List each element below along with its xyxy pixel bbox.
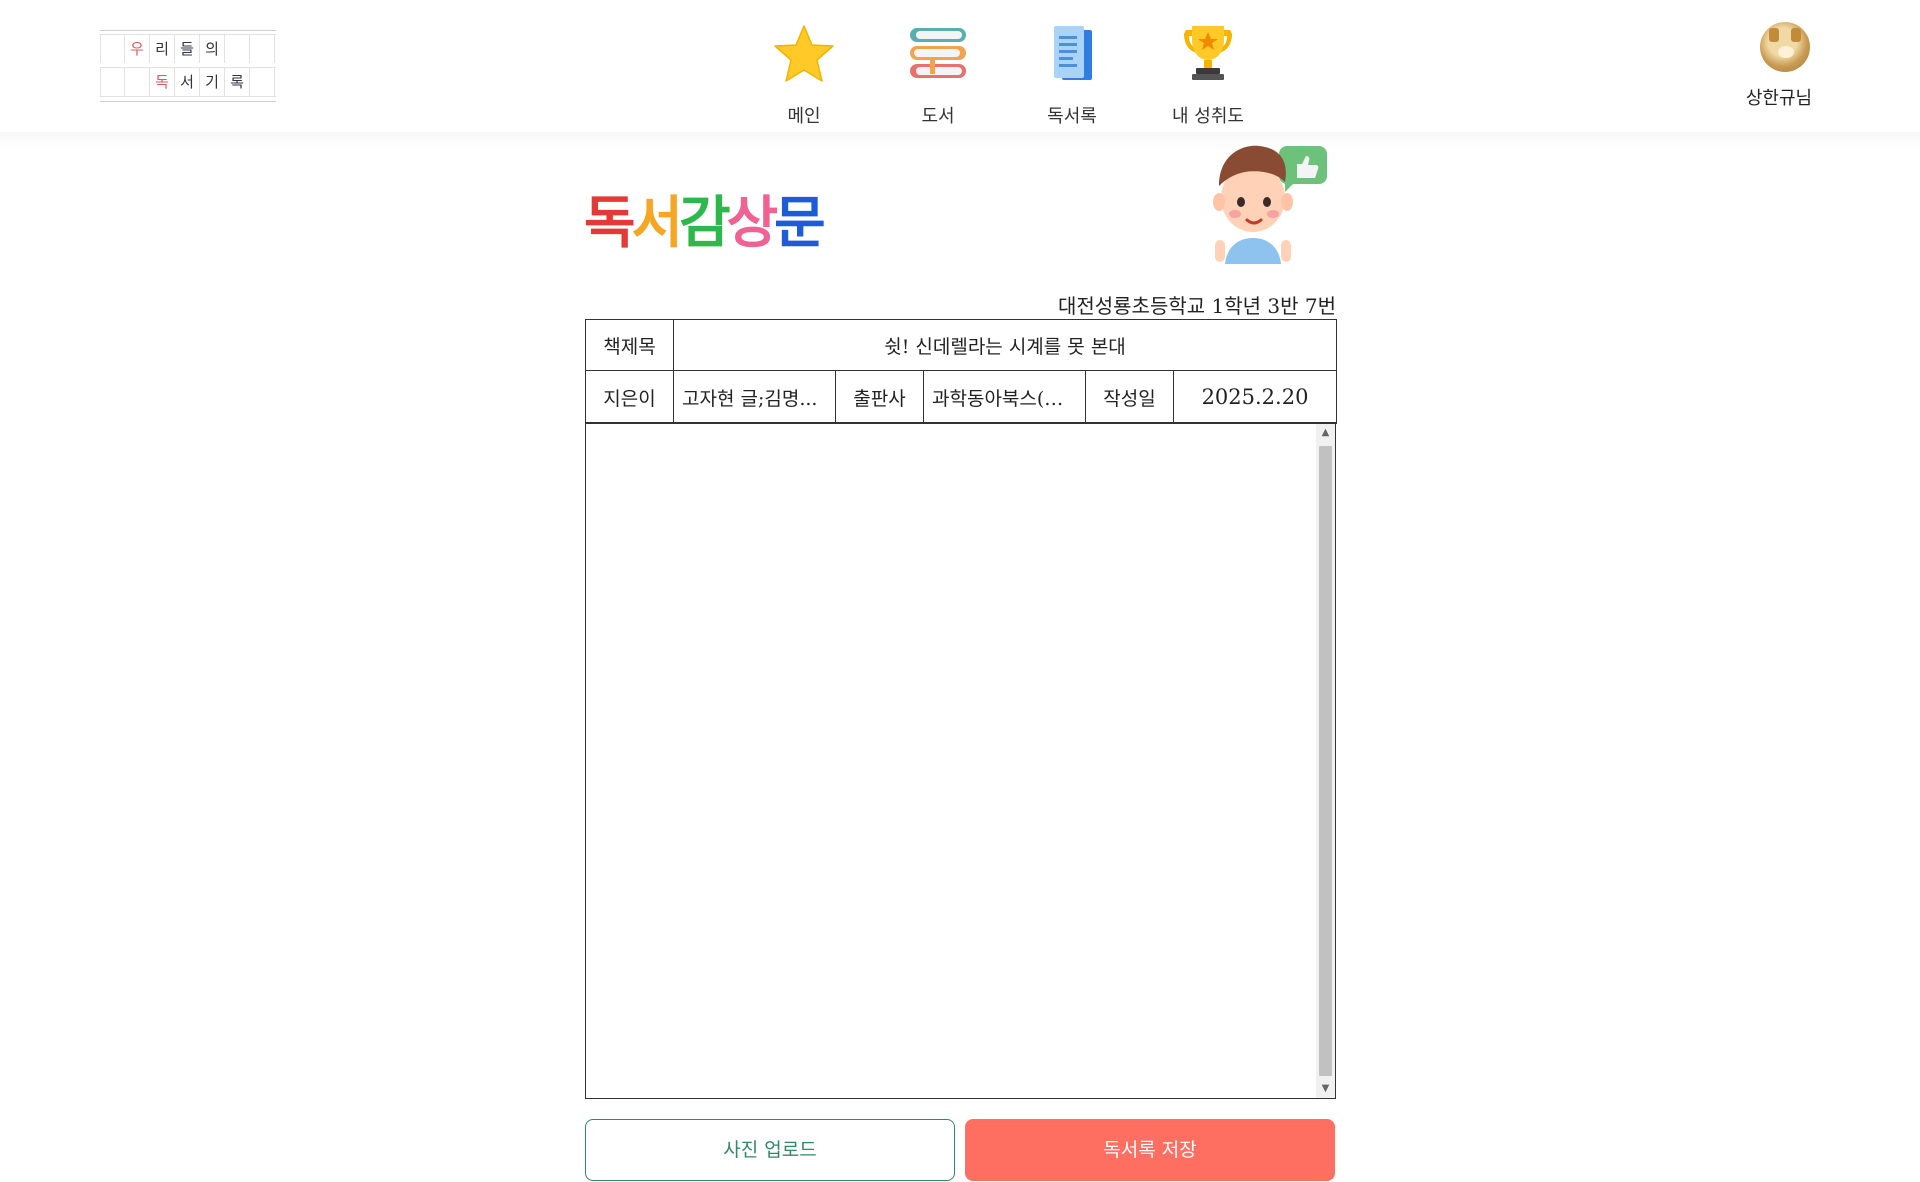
top-header: 우 리 들 의 독 서 기 록 메인 도서 독서록 내 성취도 상한규님 xyxy=(0,0,1920,138)
scroll-down-arrow-icon[interactable]: ▼ xyxy=(1316,1080,1335,1098)
logo-cell: 의 xyxy=(200,35,225,63)
book-title-label: 책제목 xyxy=(585,319,674,371)
nav-item-reading-log[interactable]: 독서록 xyxy=(1028,22,1116,128)
nav-label: 내 성취도 xyxy=(1172,106,1244,127)
author-field[interactable]: 고자현 글;김명... xyxy=(673,370,836,424)
user-profile[interactable]: 상한규님 xyxy=(1746,22,1820,110)
save-reading-log-button[interactable]: 독서록 저장 xyxy=(965,1119,1335,1181)
page-title: 독서감상문 xyxy=(584,178,826,259)
book-title-row: 책제목 쉿! 신데렐라는 시계를 못 본대 xyxy=(585,319,1338,371)
site-logo[interactable]: 우 리 들 의 독 서 기 록 xyxy=(100,30,276,102)
book-title-field[interactable]: 쉿! 신데렐라는 시계를 못 본대 xyxy=(672,319,1338,371)
nav-label: 메인 xyxy=(787,106,821,127)
title-char: 상 xyxy=(726,191,778,256)
logo-cell: 록 xyxy=(225,68,250,96)
school-info: 대전성룡초등학교 1학년 3반 7번 xyxy=(1057,294,1336,318)
books-icon xyxy=(910,28,966,78)
avatar-ear xyxy=(1769,28,1779,42)
nav-item-books[interactable]: 도서 xyxy=(894,22,982,128)
user-name: 상한규님 xyxy=(1745,88,1813,109)
header-shadow xyxy=(0,132,1920,150)
nav-item-main[interactable]: 메인 xyxy=(760,22,848,128)
date-field[interactable]: 2025.2.20 xyxy=(1172,370,1338,424)
logo-row-1: 우 리 들 의 xyxy=(100,34,276,64)
scroll-up-arrow-icon[interactable]: ▲ xyxy=(1316,424,1335,442)
logo-cell xyxy=(125,68,150,96)
author-label: 지은이 xyxy=(585,370,674,424)
title-char: 감 xyxy=(679,191,730,256)
logo-cell: 독 xyxy=(150,68,175,96)
star-icon xyxy=(774,25,834,82)
date-label: 작성일 xyxy=(1085,370,1174,424)
logo-cell xyxy=(225,35,250,63)
logo-cell xyxy=(250,68,275,96)
logo-cell: 기 xyxy=(200,68,225,96)
photo-upload-button[interactable]: 사진 업로드 xyxy=(585,1119,955,1181)
logo-cell xyxy=(100,68,125,96)
logo-row-2: 독 서 기 록 xyxy=(100,67,276,97)
trophy-icon xyxy=(1184,26,1232,80)
title-char: 서 xyxy=(631,191,683,256)
essay-box: ▲ ▼ xyxy=(585,422,1336,1099)
scroll-thumb[interactable] xyxy=(1319,446,1332,1076)
nav-item-achievement[interactable]: 내 성취도 xyxy=(1160,22,1256,128)
avatar-snout xyxy=(1778,46,1794,58)
essay-textarea[interactable] xyxy=(586,424,1316,1098)
logo-cell xyxy=(100,35,125,63)
boy-thumbs-up-illustration xyxy=(1213,145,1327,264)
logo-cell: 서 xyxy=(175,68,200,96)
book-info-table: 책제목 쉿! 신데렐라는 시계를 못 본대 지은이 고자현 글;김명... 출판… xyxy=(585,319,1338,424)
document-icon xyxy=(1054,26,1092,80)
logo-cell xyxy=(250,35,275,63)
publisher-field[interactable]: 과학동아북스(동... xyxy=(923,370,1086,424)
avatar-ear xyxy=(1791,28,1801,42)
avatar[interactable] xyxy=(1760,22,1810,72)
title-char: 독 xyxy=(584,191,635,256)
logo-cell: 리 xyxy=(150,35,175,63)
publisher-label: 출판사 xyxy=(835,370,924,424)
nav-label: 도서 xyxy=(921,106,955,127)
logo-cell: 우 xyxy=(125,35,150,63)
book-meta-row: 지은이 고자현 글;김명... 출판사 과학동아북스(동... 작성일 2025… xyxy=(585,370,1338,424)
nav-label: 독서록 xyxy=(1047,106,1097,127)
logo-cell: 들 xyxy=(175,35,200,63)
title-char: 문 xyxy=(774,191,825,256)
essay-scrollbar[interactable]: ▲ ▼ xyxy=(1316,424,1335,1098)
